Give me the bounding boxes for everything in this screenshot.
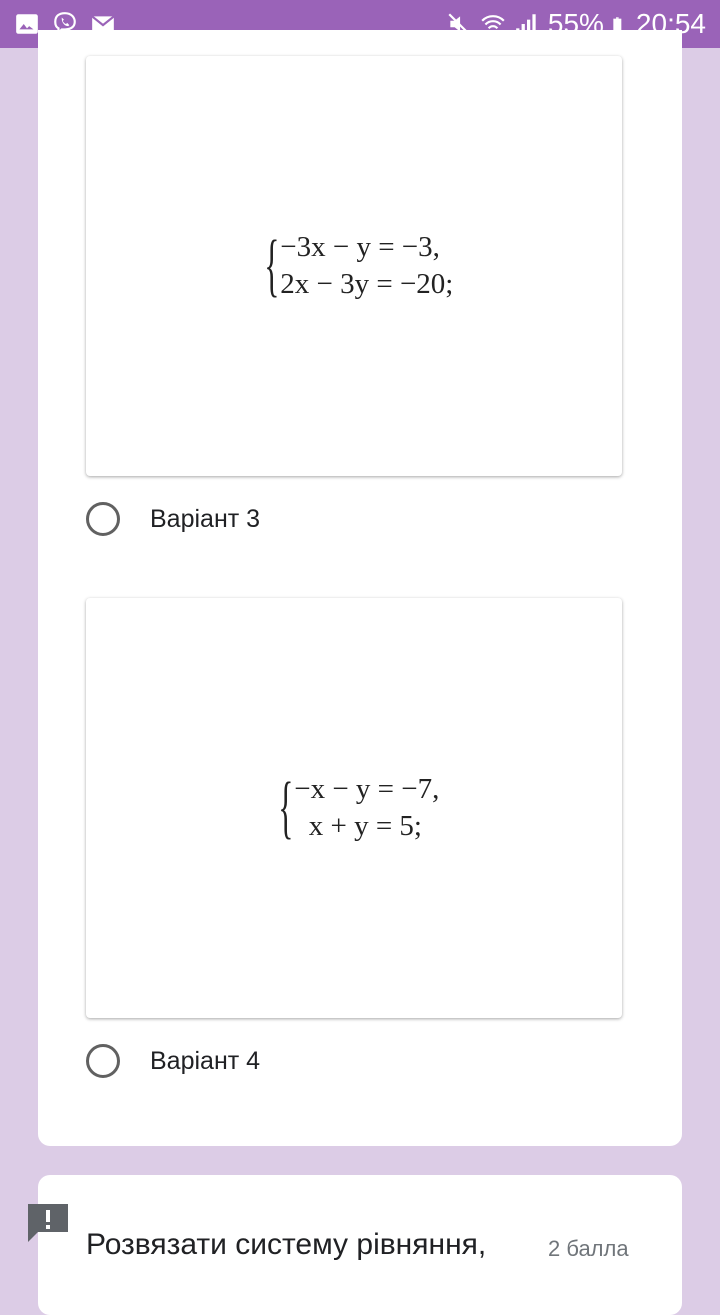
option-image: { −3x − y = −3, 2x − 3y = −20; xyxy=(86,56,622,476)
brace-icon: { xyxy=(277,769,293,846)
option-label: Варіант 4 xyxy=(150,1046,261,1075)
brace-icon: { xyxy=(263,227,279,304)
option-row[interactable]: Варіант 3 xyxy=(86,502,260,536)
radio-button[interactable] xyxy=(86,502,120,536)
equation-line: 2x − 3y = −20; xyxy=(280,268,454,300)
gallery-icon xyxy=(16,14,38,34)
option-label: Варіант 3 xyxy=(150,504,261,533)
equation-system: { −3x − y = −3, 2x − 3y = −20; xyxy=(255,227,454,304)
equation-line: −x − y = −7, xyxy=(294,773,440,805)
option-image: { −x − y = −7, x + y = 5; xyxy=(86,598,622,1018)
question-points: 2 балла xyxy=(548,1236,629,1261)
required-alert-icon xyxy=(28,1204,68,1242)
equation-system: { −x − y = −7, x + y = 5; xyxy=(269,771,440,845)
option-row[interactable]: Варіант 4 xyxy=(86,1044,260,1078)
equation-line: x + y = 5; xyxy=(294,810,422,842)
equation-line: −3x − y = −3, xyxy=(280,231,440,263)
question-title: Розвязати систему рівняння, xyxy=(86,1228,487,1261)
radio-button[interactable] xyxy=(86,1044,120,1078)
